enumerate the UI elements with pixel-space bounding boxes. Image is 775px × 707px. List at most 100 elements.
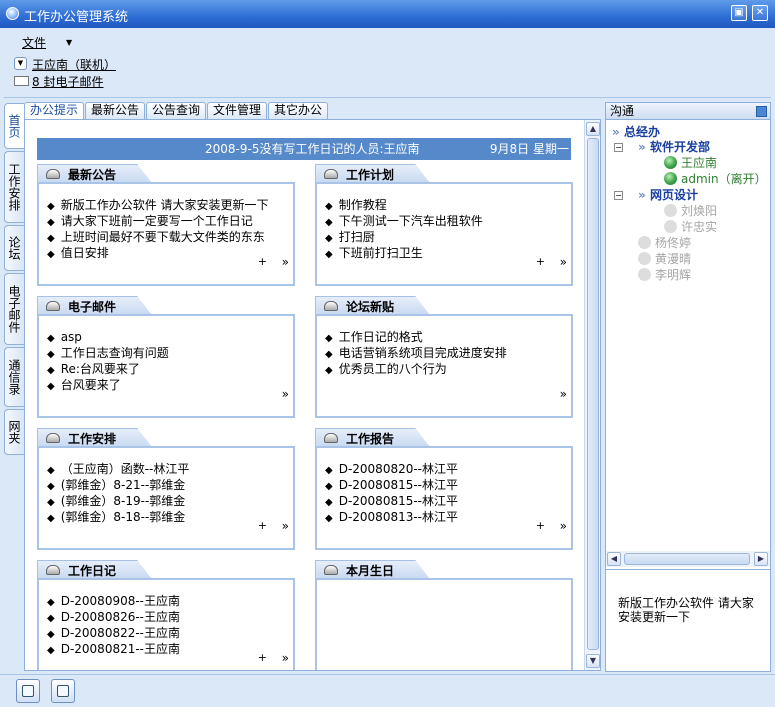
list-item[interactable]: (郭维金）8-18--郭维金 xyxy=(47,510,189,526)
tree-member[interactable]: 杨佟婷 xyxy=(638,234,691,251)
tree-member[interactable]: 李明辉 xyxy=(638,266,691,283)
tree-member[interactable]: 刘焕阳 xyxy=(664,202,717,219)
scroll-up-icon[interactable]: ▲ xyxy=(586,122,600,136)
list-item[interactable]: 工作日志查询有问题 xyxy=(47,346,169,362)
panel-header: 沟通 xyxy=(606,103,770,120)
scroll-down-icon[interactable]: ▼ xyxy=(586,654,600,668)
list-item[interactable]: Re:台风要来了 xyxy=(47,362,169,378)
compose-note-icon[interactable] xyxy=(16,679,40,703)
list-item[interactable]: 请大家下班前一定要写一个工作日记 xyxy=(47,214,269,230)
list-item[interactable]: D-20080815--林江平 xyxy=(325,494,458,510)
more-button[interactable]: » xyxy=(282,519,289,533)
list-item[interactable]: 新版工作办公软件 请大家安装更新一下 xyxy=(47,198,269,214)
tree-member[interactable]: 王应南 xyxy=(664,154,717,171)
list-item[interactable]: （王应南）函数--林江平 xyxy=(47,462,190,478)
announcement-icon xyxy=(46,169,60,179)
add-button[interactable]: + xyxy=(536,519,545,532)
list-item[interactable]: 打扫厨 xyxy=(325,230,483,246)
tree-dept-web[interactable]: » 网页设计 xyxy=(638,186,698,203)
mail-count-link[interactable]: 8 封电子邮件 xyxy=(32,73,103,90)
section-title: 工作安排 xyxy=(68,432,117,446)
user-offline-icon xyxy=(638,252,651,265)
missing-diary-notice: 2008-9-5没有写工作日记的人员:王应南 xyxy=(205,142,420,156)
list-item[interactable]: 下班前打扫卫生 xyxy=(325,246,483,262)
list-item[interactable]: 制作教程 xyxy=(325,198,483,214)
list-item[interactable]: D-20080815--林江平 xyxy=(325,478,458,494)
tab-announcement-query[interactable]: 公告查询 xyxy=(146,102,206,119)
member-name: 李明辉 xyxy=(655,268,692,282)
minimize-button[interactable]: ▣ xyxy=(731,5,747,21)
tab-file-management[interactable]: 文件管理 xyxy=(207,102,267,119)
scroll-thumb[interactable] xyxy=(624,553,750,565)
more-button[interactable]: » xyxy=(282,255,289,269)
list-item[interactable]: 上班时间最好不要下载大文件类的东东 xyxy=(47,230,269,246)
scroll-left-icon[interactable]: ◀ xyxy=(607,552,621,566)
vtab-work-schedule[interactable]: 工作安排 xyxy=(4,151,24,223)
panel-pin-icon[interactable] xyxy=(756,106,767,117)
more-button[interactable]: » xyxy=(560,519,567,533)
list-item[interactable]: (郭维金）8-19--郭维金 xyxy=(47,494,189,510)
plan-list: 制作教程 下午测试一下汽车出租软件 打扫厨 下班前打扫卫生 xyxy=(325,198,483,262)
vertical-scrollbar[interactable]: ▲ ▼ xyxy=(584,120,600,670)
list-item[interactable]: 优秀员工的八个行为 xyxy=(325,362,507,378)
list-item[interactable]: 台风要来了 xyxy=(47,378,169,394)
list-item[interactable]: 值日安排 xyxy=(47,246,269,262)
tab-office-tips[interactable]: 办公提示 xyxy=(24,102,84,119)
section-body: 制作教程 下午测试一下汽车出租软件 打扫厨 下班前打扫卫生 + » xyxy=(315,182,573,286)
tab-latest-announcements[interactable]: 最新公告 xyxy=(85,102,145,119)
add-button[interactable]: + xyxy=(536,255,545,268)
member-name: 黄漫晴 xyxy=(655,252,692,266)
vtab-email[interactable]: 电子邮件 xyxy=(4,273,24,345)
vtab-folder[interactable]: 网夹 xyxy=(4,409,24,455)
add-button[interactable]: + xyxy=(258,651,267,664)
section-title: 工作日记 xyxy=(68,564,117,578)
member-name: 刘焕阳 xyxy=(681,204,718,218)
tree-member[interactable]: admin（离开） xyxy=(664,170,767,187)
forum-icon xyxy=(324,301,338,311)
report-list: D-20080820--林江平 D-20080815--林江平 D-200808… xyxy=(325,462,458,526)
list-item[interactable]: asp xyxy=(47,330,169,346)
section-reports: 工作报告 D-20080820--林江平 D-20080815--林江平 D-2… xyxy=(315,428,573,552)
list-item[interactable]: D-20080822--王应南 xyxy=(47,626,180,642)
section-work-plan: 工作计划 制作教程 下午测试一下汽车出租软件 打扫厨 下班前打扫卫生 + » xyxy=(315,164,573,288)
add-button[interactable]: + xyxy=(258,519,267,532)
more-button[interactable]: » xyxy=(560,387,567,401)
scroll-right-icon[interactable]: ▶ xyxy=(754,552,768,566)
collapse-icon[interactable]: − xyxy=(614,143,623,152)
download-note-icon[interactable] xyxy=(51,679,75,703)
list-item[interactable]: D-20080826--王应南 xyxy=(47,610,180,626)
left-tab-strip: 首页 工作安排 论坛 电子邮件 通信录 网夹 xyxy=(4,103,24,663)
list-item[interactable]: 电话营销系统项目完成进度安排 xyxy=(325,346,507,362)
menu-file[interactable]: 文件 xyxy=(22,34,46,51)
collapse-icon[interactable]: − xyxy=(614,191,623,200)
tree-member[interactable]: 许忠实 xyxy=(664,218,717,235)
horizontal-scrollbar[interactable]: ◀ ▶ xyxy=(606,551,770,567)
list-item[interactable]: D-20080813--林江平 xyxy=(325,510,458,526)
list-item[interactable]: 工作日记的格式 xyxy=(325,330,507,346)
email-icon xyxy=(46,301,60,311)
list-item[interactable]: D-20080908--王应南 xyxy=(47,594,180,610)
more-button[interactable]: » xyxy=(282,387,289,401)
section-header: 工作计划 xyxy=(315,164,429,182)
vtab-contacts[interactable]: 通信录 xyxy=(4,347,24,407)
add-button[interactable]: + xyxy=(258,255,267,268)
tree-member[interactable]: 黄漫晴 xyxy=(638,250,691,267)
user-name-link[interactable]: 王应南（联机） xyxy=(32,56,116,73)
tab-other-office[interactable]: 其它办公 xyxy=(268,102,328,119)
more-button[interactable]: » xyxy=(560,255,567,269)
list-item[interactable]: D-20080820--林江平 xyxy=(325,462,458,478)
more-button[interactable]: » xyxy=(282,651,289,665)
list-item[interactable]: (郭维金）8-21--郭维金 xyxy=(47,478,189,494)
top-toolbar: 文件 ▼ ▼ 王应南（联机） 8 封电子邮件 xyxy=(4,28,771,98)
list-item[interactable]: 下午测试一下汽车出租软件 xyxy=(325,214,483,230)
vtab-forum[interactable]: 论坛 xyxy=(4,225,24,271)
list-item[interactable]: D-20080821--王应南 xyxy=(47,642,180,658)
tree-dept-software[interactable]: » 软件开发部 xyxy=(638,138,710,155)
status-dropdown-icon[interactable]: ▼ xyxy=(14,57,27,70)
user-offline-icon xyxy=(664,220,677,233)
scroll-thumb[interactable] xyxy=(587,138,599,650)
close-button[interactable]: ✕ xyxy=(752,5,768,21)
section-body: （王应南）函数--林江平 (郭维金）8-21--郭维金 (郭维金）8-19--郭… xyxy=(37,446,295,550)
chevron-down-icon[interactable]: ▼ xyxy=(66,38,72,47)
vtab-home[interactable]: 首页 xyxy=(4,103,24,149)
